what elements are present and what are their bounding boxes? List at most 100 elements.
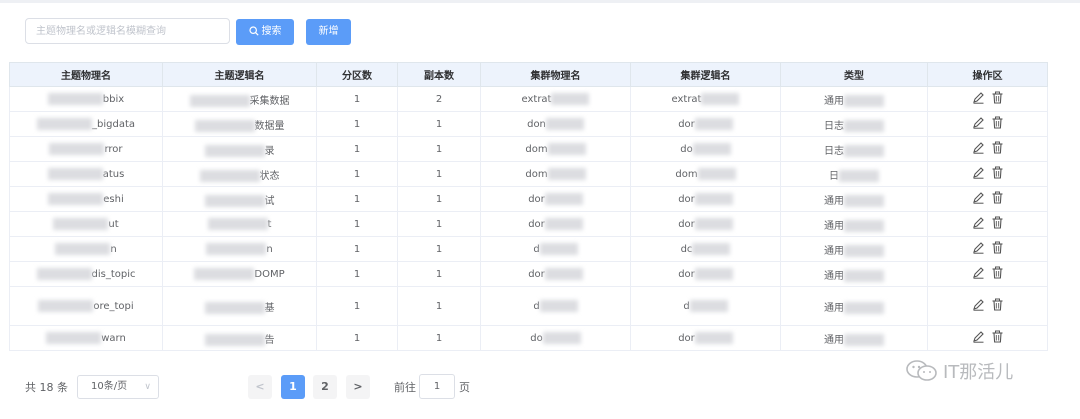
- cell-text: 通用: [824, 245, 844, 257]
- cell-text: dc: [680, 244, 693, 255]
- redaction-blur: [844, 301, 884, 314]
- partitions-cell: 1: [316, 111, 398, 137]
- logical-name-cell: t: [162, 211, 317, 237]
- cell-text: bbix: [102, 94, 125, 105]
- redaction-blur: [689, 300, 728, 312]
- edit-icon[interactable]: [972, 191, 985, 204]
- trash-icon[interactable]: [991, 266, 1004, 279]
- cell-text: 1: [435, 332, 443, 344]
- search-input[interactable]: [25, 18, 230, 44]
- redaction-blur: [539, 300, 578, 312]
- redaction-blur: [207, 218, 268, 230]
- next-page-button[interactable]: >: [346, 375, 370, 399]
- redaction-blur: [839, 169, 879, 182]
- page-1-button[interactable]: 1: [281, 375, 305, 399]
- cell-text: dor: [678, 119, 695, 130]
- logical-name-cell: 告: [162, 325, 317, 351]
- column-header: 集群物理名: [480, 62, 631, 87]
- watermark-text: IT那活儿: [943, 362, 1014, 383]
- logical-name-cell: 数据量: [162, 111, 317, 137]
- redaction-blur: [844, 194, 884, 207]
- replicas-cell: 1: [397, 211, 481, 237]
- goto-unit: 页: [459, 381, 470, 394]
- cell-text: 1: [353, 332, 361, 344]
- logical-name-cell: 采集数据: [162, 86, 317, 112]
- cell-text: 录: [264, 145, 275, 157]
- redaction-blur: [194, 268, 255, 280]
- edit-icon[interactable]: [972, 330, 985, 343]
- cell-text: 1: [435, 168, 443, 180]
- cell-text: 日志: [824, 120, 844, 132]
- redaction-blur: [49, 143, 105, 155]
- physical-name-cell: bbix: [9, 86, 163, 112]
- trash-icon[interactable]: [991, 91, 1004, 104]
- trash-icon[interactable]: [991, 141, 1004, 154]
- partitions-cell: 1: [316, 261, 398, 287]
- redaction-blur: [47, 168, 103, 180]
- edit-icon[interactable]: [972, 116, 985, 129]
- cell-text: don: [527, 119, 546, 130]
- add-button[interactable]: 新增: [306, 19, 351, 45]
- trash-icon[interactable]: [991, 298, 1004, 311]
- table-header-row: 主题物理名 主题逻辑名 分区数 副本数 集群物理名 集群逻辑名 类型 操作区: [9, 62, 1048, 87]
- operations-cell: [927, 236, 1048, 262]
- cluster-physical-cell: do: [480, 325, 631, 351]
- prev-page-button[interactable]: <: [248, 375, 272, 399]
- edit-icon[interactable]: [972, 241, 985, 254]
- cell-text: do: [680, 144, 693, 155]
- type-cell: 通用: [780, 86, 928, 112]
- trash-icon[interactable]: [991, 166, 1004, 179]
- edit-icon[interactable]: [972, 166, 985, 179]
- add-button-label: 新增: [318, 26, 339, 37]
- trash-icon[interactable]: [991, 330, 1004, 343]
- cell-text: 1: [353, 268, 361, 280]
- cell-text: 1: [353, 143, 361, 155]
- edit-icon[interactable]: [972, 141, 985, 154]
- trash-icon[interactable]: [991, 216, 1004, 229]
- edit-icon[interactable]: [972, 216, 985, 229]
- cell-text: 1: [435, 243, 443, 255]
- page-size-value: 10条/页: [91, 381, 128, 392]
- operations-cell: [927, 211, 1048, 237]
- cell-text: 1: [435, 118, 443, 130]
- cell-text: 通用: [824, 95, 844, 107]
- trash-icon[interactable]: [991, 116, 1004, 129]
- cell-text: dis_topic: [91, 269, 136, 280]
- physical-name-cell: atus: [9, 161, 163, 187]
- cell-text: extrat: [671, 94, 702, 105]
- trash-icon[interactable]: [991, 241, 1004, 254]
- cluster-physical-cell: don: [480, 111, 631, 137]
- redaction-blur: [542, 332, 581, 344]
- cell-text: dor: [678, 269, 695, 280]
- trash-icon[interactable]: [991, 191, 1004, 204]
- cell-text: 1: [435, 218, 443, 230]
- edit-icon[interactable]: [972, 91, 985, 104]
- redaction-blur: [204, 194, 265, 207]
- partitions-cell: 1: [316, 186, 398, 212]
- edit-icon[interactable]: [972, 266, 985, 279]
- cell-text: 通用: [824, 334, 844, 346]
- physical-name-cell: ore_topi: [9, 286, 163, 326]
- goto-page-input[interactable]: [419, 374, 455, 399]
- redaction-blur: [544, 268, 583, 280]
- page-size-select[interactable]: 10条/页 ∨: [77, 375, 159, 399]
- redaction-blur: [701, 93, 740, 105]
- cell-text: 日: [829, 170, 839, 182]
- partitions-cell: 1: [316, 236, 398, 262]
- search-button[interactable]: 搜索: [236, 19, 294, 45]
- redaction-blur: [204, 144, 265, 157]
- redaction-blur: [692, 243, 731, 255]
- replicas-cell: 2: [397, 86, 481, 112]
- operations-cell: [927, 111, 1048, 137]
- redaction-blur: [694, 332, 733, 344]
- page-2-button[interactable]: 2: [313, 375, 337, 399]
- column-header: 副本数: [397, 62, 481, 87]
- operations-cell: [927, 261, 1048, 287]
- redaction-blur: [844, 333, 884, 346]
- redaction-blur: [844, 94, 884, 107]
- physical-name-cell: ut: [9, 211, 163, 237]
- redaction-blur: [551, 93, 590, 105]
- edit-icon[interactable]: [972, 298, 985, 311]
- cell-text: 1: [435, 193, 443, 205]
- cell-text: dor: [678, 333, 695, 344]
